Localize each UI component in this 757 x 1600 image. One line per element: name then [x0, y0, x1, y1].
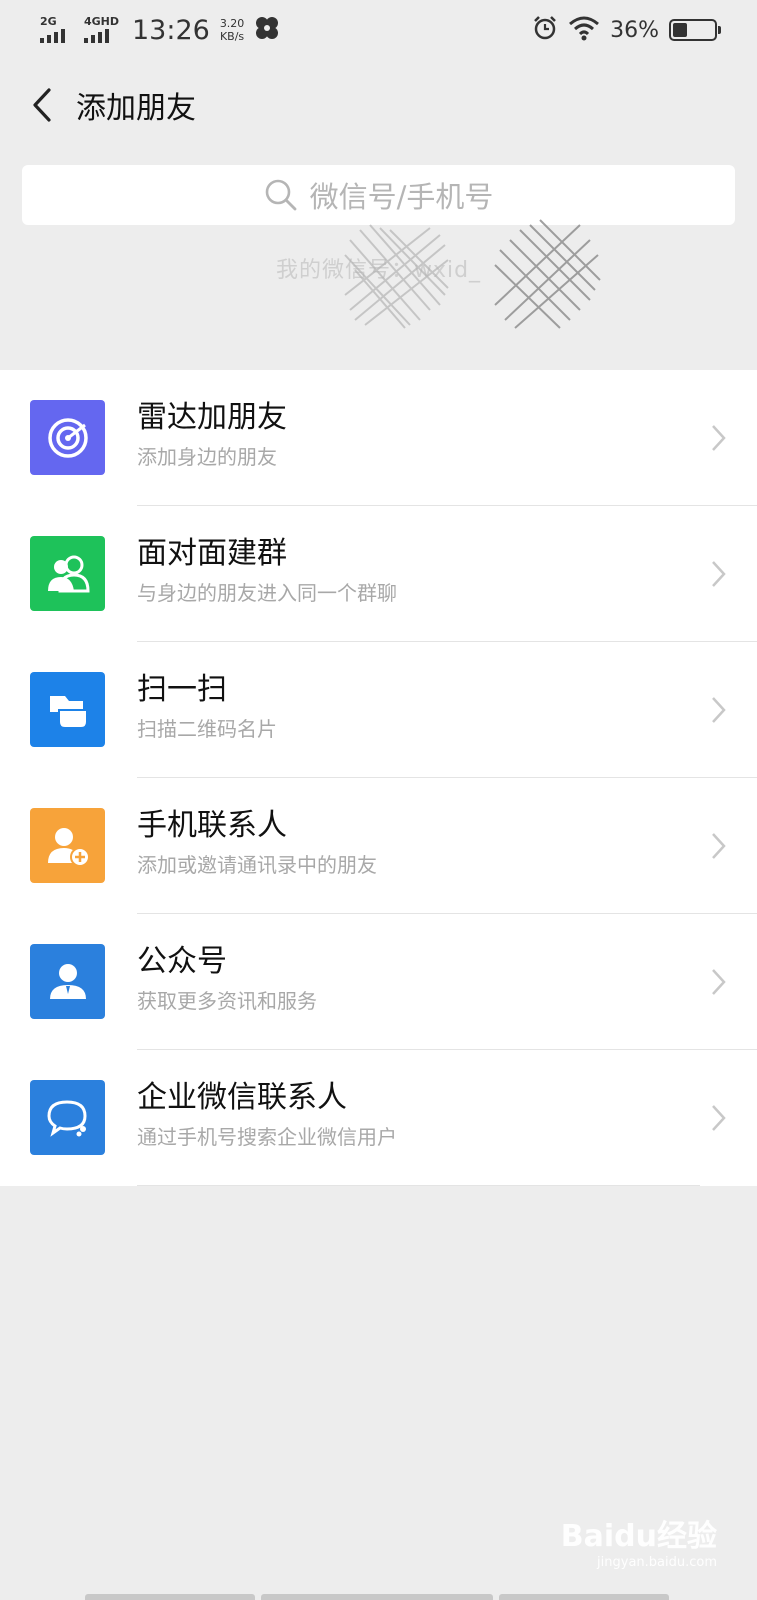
chevron-right-icon	[712, 425, 726, 451]
status-right: 36%	[532, 15, 721, 45]
group-icon	[47, 555, 90, 592]
icon-tile	[30, 1080, 105, 1155]
list-item-official-accounts[interactable]: 公众号 获取更多资讯和服务	[0, 914, 757, 1050]
list-item-face-to-face-group[interactable]: 面对面建群 与身边的朋友进入同一个群聊	[0, 506, 757, 642]
watermark-text: Baidu经验	[560, 1519, 717, 1554]
icon-tile	[30, 672, 105, 747]
baidu-watermark: Baidu经验 jingyan.baidu.com	[561, 1511, 717, 1570]
item-title: 公众号	[137, 944, 227, 979]
divider	[137, 1185, 700, 1186]
battery-fill	[673, 23, 688, 37]
signal-bars-icon	[84, 29, 109, 43]
search-icon	[265, 179, 297, 211]
network-speed: 3.20 KB/s	[220, 17, 245, 43]
list-item-phone-contacts[interactable]: 手机联系人 添加或邀请通讯录中的朋友	[0, 778, 757, 914]
network-type-2g: 2G	[40, 15, 57, 28]
alarm-icon	[532, 15, 558, 45]
back-button[interactable]	[22, 85, 62, 125]
icon-tile	[30, 944, 105, 1019]
item-texts: 面对面建群 与身边的朋友进入同一个群聊	[137, 534, 397, 608]
item-subtitle: 通过手机号搜索企业微信用户	[137, 1125, 397, 1149]
item-texts: 公众号 获取更多资讯和服务	[137, 942, 317, 1016]
scan-icon	[49, 695, 88, 729]
list-item-radar[interactable]: 雷达加朋友 添加身边的朋友	[0, 370, 757, 506]
watermark-sub: jingyan.baidu.com	[597, 1555, 717, 1570]
battery-icon	[669, 19, 721, 41]
network-type-4g: 4GHD	[84, 15, 120, 28]
item-texts: 扫一扫 扫描二维码名片	[137, 670, 277, 744]
item-title: 雷达加朋友	[137, 400, 287, 435]
icon-tile	[30, 400, 105, 475]
item-texts: 手机联系人 添加或邀请通讯录中的朋友	[137, 806, 377, 880]
chevron-right-icon	[712, 697, 726, 723]
radar-icon	[47, 417, 88, 458]
battery-percent: 36%	[610, 17, 659, 43]
item-texts: 企业微信联系人 通过手机号搜索企业微信用户	[137, 1078, 397, 1152]
chevron-right-icon	[712, 561, 726, 587]
item-subtitle: 添加身边的朋友	[137, 445, 277, 469]
signal-2g: 2G	[40, 16, 74, 44]
signal-4g: 4GHD	[84, 15, 120, 44]
header: 添加朋友	[0, 70, 757, 140]
signal-bars-icon	[40, 29, 65, 43]
page-title: 添加朋友	[76, 91, 196, 126]
item-subtitle: 添加或邀请通讯录中的朋友	[137, 853, 377, 877]
chevron-right-icon	[712, 1105, 726, 1131]
clock: 13:26	[132, 14, 210, 46]
list-item-scan[interactable]: 扫一扫 扫描二维码名片	[0, 642, 757, 778]
icon-tile	[30, 536, 105, 611]
item-subtitle: 扫描二维码名片	[137, 717, 277, 741]
item-title: 企业微信联系人	[137, 1080, 347, 1115]
item-title: 手机联系人	[137, 808, 287, 843]
fan-icon	[254, 15, 280, 45]
redaction-scribble	[344, 219, 601, 329]
item-title: 扫一扫	[137, 672, 227, 707]
list-item-enterprise-contacts[interactable]: 企业微信联系人 通过手机号搜索企业微信用户	[0, 1050, 757, 1186]
bottom-nav-bar	[85, 1594, 675, 1600]
enterprise-chat-icon	[46, 1099, 87, 1137]
item-subtitle: 与身边的朋友进入同一个群聊	[137, 581, 397, 605]
item-subtitle: 获取更多资讯和服务	[137, 989, 317, 1013]
add-contact-icon	[47, 827, 90, 867]
item-title: 面对面建群	[137, 536, 287, 571]
chevron-right-icon	[712, 833, 726, 859]
chevron-left-icon	[33, 88, 51, 122]
chevron-right-icon	[712, 969, 726, 995]
item-texts: 雷达加朋友 添加身边的朋友	[137, 398, 287, 472]
speed-unit: KB/s	[219, 30, 245, 43]
wifi-icon	[568, 15, 600, 45]
status-bar: 2G 4GHD 13:26 3.20 KB/s 36%	[0, 0, 757, 60]
icon-tile	[30, 808, 105, 883]
add-friend-options: 雷达加朋友 添加身边的朋友 面对面建群 与身边的朋友进入同一个群聊 扫一扫 扫描…	[0, 370, 757, 1186]
status-left: 2G 4GHD 13:26 3.20 KB/s	[40, 15, 280, 46]
speed-value: 3.20	[219, 17, 245, 30]
official-account-icon	[49, 963, 86, 999]
